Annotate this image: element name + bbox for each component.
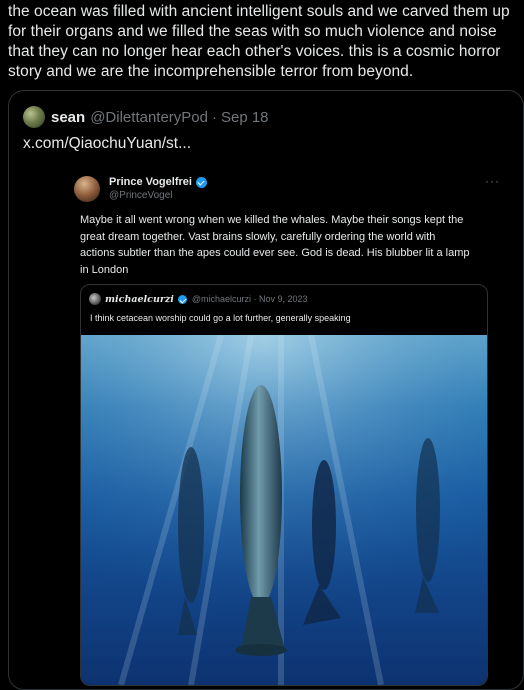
embed-post-text: Maybe it all went wrong when we killed t… [80,214,470,276]
inner-quoted-card: michaelcurzi @michaelcurzi · Nov 9, 2023… [80,284,488,686]
inner-author-handle-date: @michaelcurzi · Nov 9, 2023 [191,294,308,304]
inner-avatar [89,293,101,305]
post-text: the ocean was filled with ancient intell… [8,3,510,80]
quoted-author-handle[interactable]: @DilettanteryPod [90,109,208,126]
whales-photo [81,335,487,685]
separator-dot: · [211,108,217,126]
embed-author-name: Prince Vogelfrei [109,176,192,188]
inner-quoted-header: michaelcurzi @michaelcurzi · Nov 9, 2023 [89,293,308,305]
embed-author: Prince Vogelfrei [109,176,207,188]
more-options-icon: ··· [485,174,500,188]
whales-illustration [81,335,487,685]
quoted-post-link[interactable]: x.com/QiaochuYuan/st... [23,135,191,153]
quoted-author-name[interactable]: sean [51,109,85,126]
inner-author-name: michaelcurzi [105,293,174,305]
quoted-post-header: sean @DilettanteryPod · Sep 18 [23,105,269,129]
quoted-post-date[interactable]: Sep 18 [221,109,269,126]
verified-badge-icon [195,176,207,188]
verified-badge-icon [177,294,187,304]
embedded-screenshot: Prince Vogelfrei @PrinceVogel ··· Maybe … [58,162,508,686]
embed-author-handle: @PrinceVogel [109,190,173,201]
embed-avatar [74,176,100,202]
inner-post-text: I think cetacean worship could go a lot … [90,313,351,323]
avatar[interactable] [23,106,45,128]
